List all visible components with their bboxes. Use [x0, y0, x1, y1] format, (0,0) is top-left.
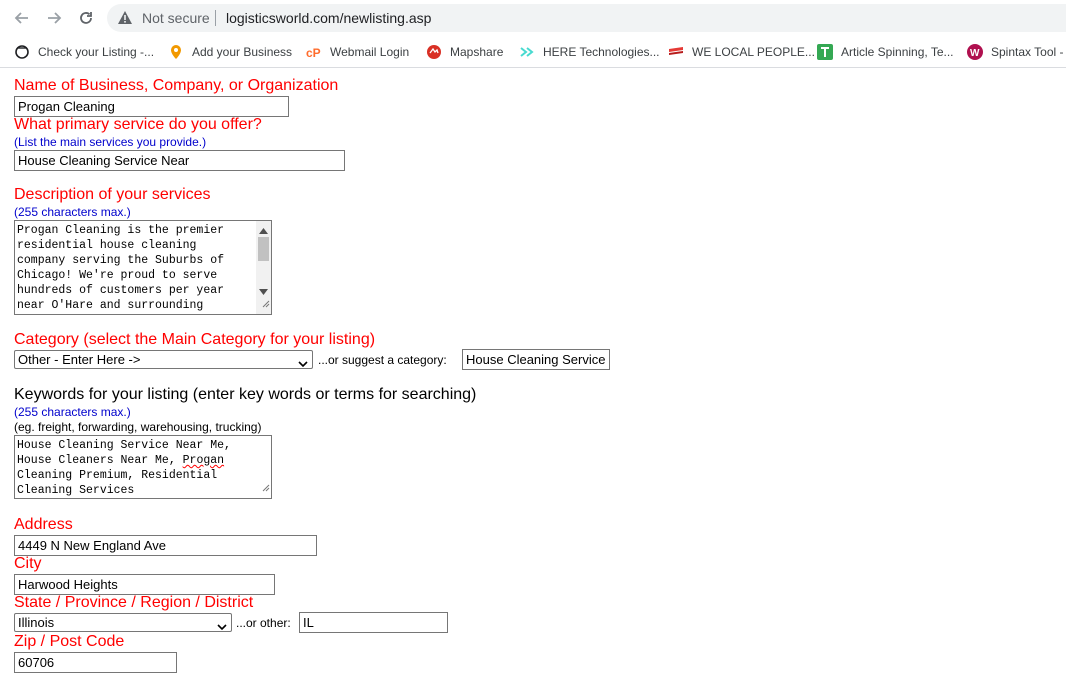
- keywords-label: Keywords for your listing (enter key wor…: [14, 386, 477, 403]
- resize-grip-icon[interactable]: [260, 298, 270, 313]
- description-line: company serving the Suburbs of: [17, 254, 225, 267]
- url-text[interactable]: logisticsworld.com/newlisting.asp: [226, 10, 431, 26]
- state-select[interactable]: Illinois: [14, 613, 232, 632]
- omnibox-divider: [215, 10, 216, 26]
- primary-service-input[interactable]: House Cleaning Service Near: [14, 150, 345, 171]
- keywords-line: Cleaning Premium, Residential: [17, 469, 218, 482]
- description-line: hundreds of customers per year: [17, 284, 225, 297]
- chevron-down-icon: [217, 618, 227, 631]
- chevron-down-icon: [298, 355, 308, 368]
- cpanel-icon: cP: [306, 44, 322, 60]
- here-icon: [519, 44, 535, 60]
- address-bar[interactable]: Not secure logisticsworld.com/newlisting…: [107, 4, 1066, 32]
- description-line: Chicago! We're proud to serve: [17, 269, 218, 282]
- flag-icon: [668, 44, 684, 60]
- bookmark-add-business[interactable]: Add your Business: [168, 43, 292, 61]
- state-label: State / Province / Region / District: [14, 594, 254, 611]
- security-status[interactable]: Not secure: [142, 10, 210, 26]
- keywords-hint: (255 characters max.): [14, 405, 131, 419]
- resize-grip-icon[interactable]: [260, 482, 270, 497]
- mapshare-icon: [426, 44, 442, 60]
- t-icon: [817, 44, 833, 60]
- city-input[interactable]: Harwood Heights: [14, 574, 275, 595]
- arrow-left-icon: [14, 12, 28, 24]
- svg-text:W: W: [970, 48, 980, 59]
- location-pin-icon: [168, 44, 184, 60]
- bookmark-label: Add your Business: [192, 45, 293, 59]
- business-name-label: Name of Business, Company, or Organizati…: [14, 77, 339, 94]
- bookmark-we-local-people[interactable]: WE LOCAL PEOPLE...: [668, 43, 815, 61]
- bookmark-label: Article Spinning, Te...: [841, 45, 954, 59]
- state-selected-value: Illinois: [18, 615, 55, 630]
- keywords-line-text: House Cleaners Near Me,: [17, 454, 183, 467]
- bookmark-label: Webmail Login: [330, 45, 410, 59]
- suggest-category-label: ...or suggest a category:: [318, 353, 447, 367]
- description-textarea[interactable]: Progan Cleaning is the premier residenti…: [14, 220, 272, 315]
- category-select[interactable]: Other - Enter Here ->: [14, 350, 313, 369]
- description-label: Description of your services: [14, 186, 211, 203]
- bookmarks-bar: Check your Listing -... Add your Busines…: [0, 36, 1066, 68]
- bookmark-webmail[interactable]: cP Webmail Login: [306, 43, 409, 61]
- bookmark-label: Check your Listing -...: [38, 45, 155, 59]
- primary-service-hint: (List the main services you provide.): [14, 135, 207, 149]
- reload-button[interactable]: [74, 6, 98, 30]
- bookmark-label: WE LOCAL PEOPLE...: [692, 45, 815, 59]
- category-label: Category (select the Main Category for y…: [14, 331, 376, 348]
- bookmark-check-listing[interactable]: Check your Listing -...: [14, 43, 154, 61]
- description-line: Progan Cleaning is the premier: [17, 224, 225, 237]
- arrow-right-icon: [48, 12, 62, 24]
- business-name-input[interactable]: Progan Cleaning: [14, 96, 289, 117]
- browser-toolbar: Not secure logisticsworld.com/newlisting…: [0, 0, 1066, 36]
- back-button[interactable]: [10, 6, 34, 30]
- description-line: near O'Hare and surrounding: [17, 299, 204, 312]
- bookmark-label: Spintax Tool -: [991, 45, 1064, 59]
- suggest-category-input[interactable]: House Cleaning Service: [462, 349, 610, 370]
- description-hint: (255 characters max.): [14, 205, 131, 219]
- svg-text:cP: cP: [306, 46, 321, 60]
- state-other-input[interactable]: IL: [299, 612, 448, 633]
- address-label: Address: [14, 516, 73, 533]
- keywords-example: (eg. freight, forwarding, warehousing, t…: [14, 420, 262, 434]
- scroll-thumb[interactable]: [258, 237, 269, 261]
- city-label: City: [14, 555, 42, 572]
- bookmark-spintax-tool[interactable]: W Spintax Tool -: [967, 43, 1064, 61]
- bookmark-article-spinning[interactable]: Article Spinning, Te...: [817, 43, 954, 61]
- bookmark-mapshare[interactable]: Mapshare: [426, 43, 503, 61]
- keywords-line: House Cleaners Near Me, Progan: [17, 453, 269, 468]
- circle-outline-icon: [14, 44, 30, 60]
- state-other-label: ...or other:: [236, 616, 291, 630]
- keywords-textarea[interactable]: House Cleaning Service Near Me, House Cl…: [14, 435, 272, 499]
- zip-label: Zip / Post Code: [14, 633, 125, 650]
- warning-triangle-icon: [117, 10, 133, 28]
- misspelled-word: Progan: [182, 454, 225, 467]
- reload-icon: [80, 12, 92, 24]
- description-line: residential house cleaning: [17, 239, 197, 252]
- forward-button[interactable]: [42, 6, 66, 30]
- address-input[interactable]: 4449 N New England Ave: [14, 535, 317, 556]
- bookmark-here[interactable]: HERE Technologies...: [519, 43, 660, 61]
- keywords-line: Cleaning Services: [17, 484, 135, 497]
- bookmark-label: Mapshare: [450, 45, 504, 59]
- w-icon: W: [967, 44, 983, 60]
- primary-service-label: What primary service do you offer?: [14, 116, 262, 133]
- bookmark-label: HERE Technologies...: [543, 45, 660, 59]
- keywords-line: House Cleaning Service Near Me,: [17, 439, 231, 452]
- category-selected-value: Other - Enter Here ->: [18, 352, 141, 367]
- description-scrollbar[interactable]: [256, 221, 271, 314]
